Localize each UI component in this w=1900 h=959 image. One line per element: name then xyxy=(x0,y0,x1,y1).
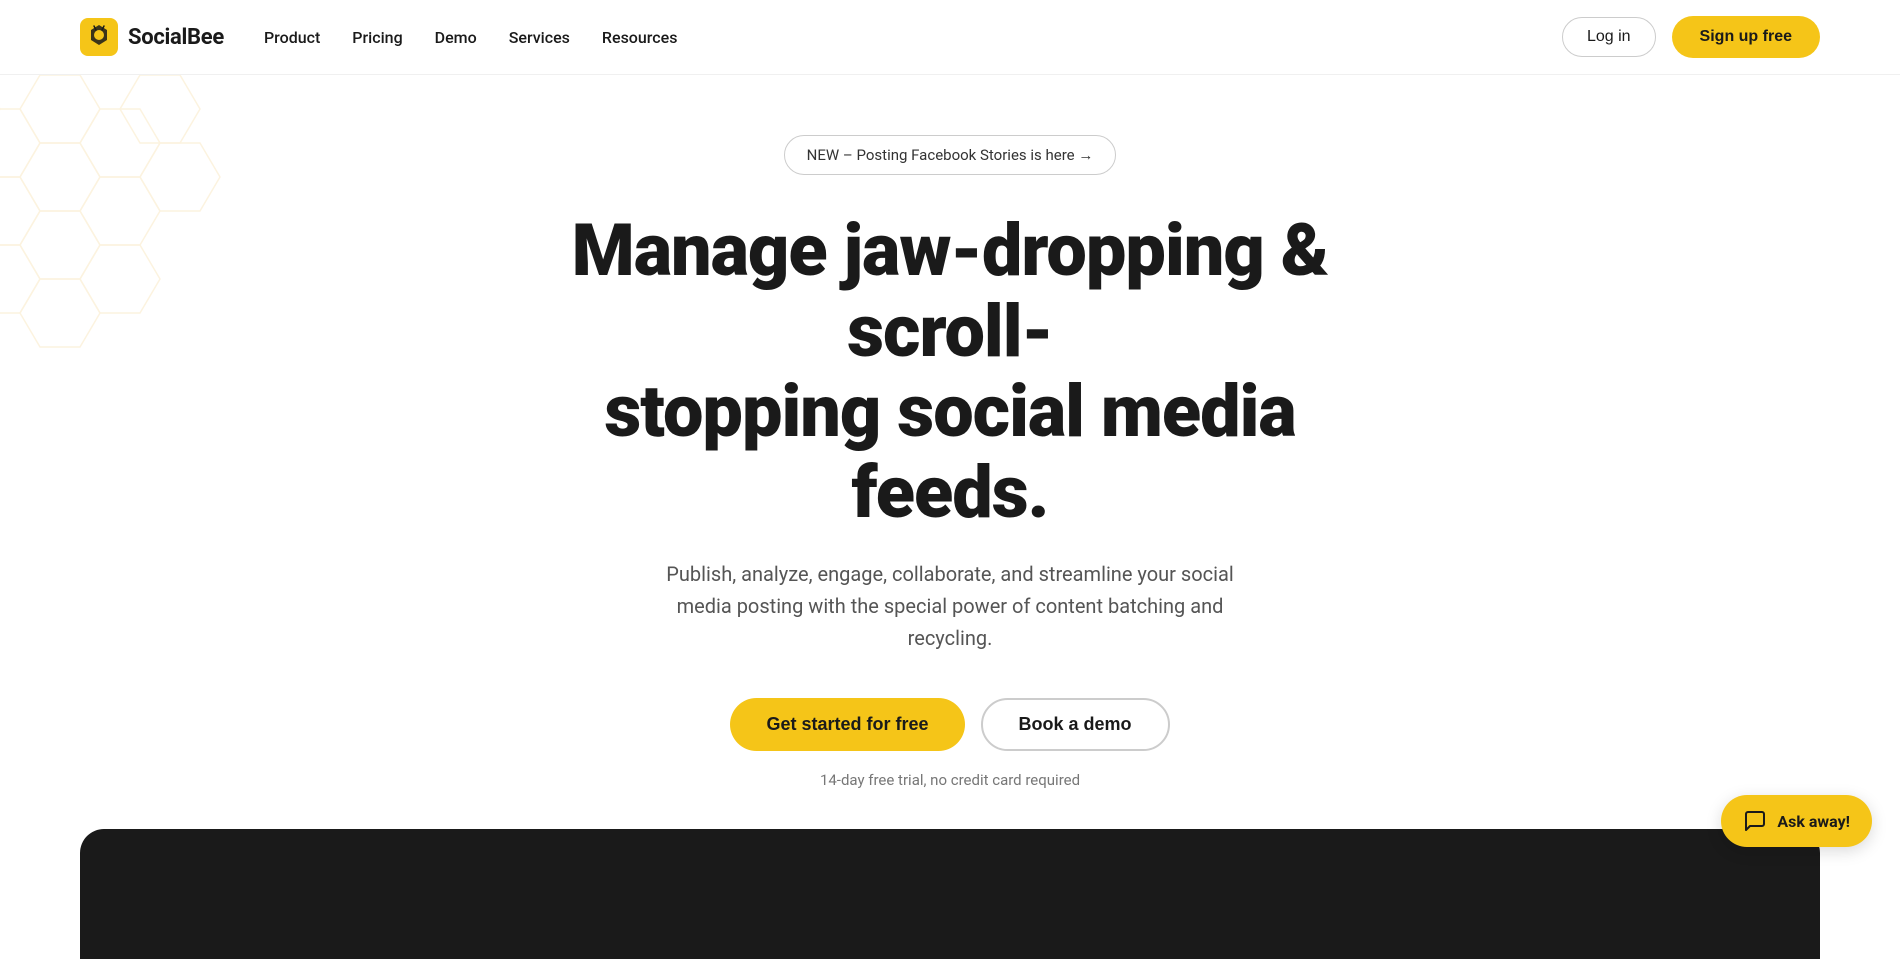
navbar-left: SocialBee Product Pricing Demo Services … xyxy=(80,18,677,56)
nav-links: Product Pricing Demo Services Resources xyxy=(264,28,677,47)
cta-secondary-button[interactable]: Book a demo xyxy=(981,698,1170,751)
bee-logo-icon xyxy=(80,18,118,56)
chat-icon xyxy=(1743,809,1767,833)
navbar: SocialBee Product Pricing Demo Services … xyxy=(0,0,1900,75)
nav-link-demo[interactable]: Demo xyxy=(435,28,477,47)
announcement-badge[interactable]: NEW – Posting Facebook Stories is here → xyxy=(784,135,1117,175)
cta-primary-button[interactable]: Get started for free xyxy=(730,698,964,751)
navbar-right: Log in Sign up free xyxy=(1562,16,1820,58)
logo-link[interactable]: SocialBee xyxy=(80,18,224,56)
honeycomb-svg xyxy=(0,75,360,465)
hero-title-line2: stopping social media feeds. xyxy=(604,369,1295,535)
trial-note: 14-day free trial, no credit card requir… xyxy=(820,771,1080,789)
dark-section xyxy=(80,829,1820,959)
login-button[interactable]: Log in xyxy=(1562,17,1656,57)
chat-widget[interactable]: Ask away! xyxy=(1721,795,1872,847)
announcement-text: NEW – Posting Facebook Stories is here → xyxy=(807,146,1094,164)
nav-link-product[interactable]: Product xyxy=(264,28,320,47)
hero-buttons: Get started for free Book a demo xyxy=(730,698,1169,751)
nav-link-resources[interactable]: Resources xyxy=(602,28,678,47)
hero-subtitle: Publish, analyze, engage, collaborate, a… xyxy=(640,558,1260,654)
nav-link-pricing[interactable]: Pricing xyxy=(352,28,402,47)
nav-link-services[interactable]: Services xyxy=(509,28,570,47)
hero-title: Manage jaw-dropping & scroll- stopping s… xyxy=(570,211,1330,534)
signup-button[interactable]: Sign up free xyxy=(1672,16,1820,58)
chat-label: Ask away! xyxy=(1777,812,1850,831)
hero-section: NEW – Posting Facebook Stories is here →… xyxy=(0,75,1900,829)
hero-title-line1: Manage jaw-dropping & scroll- xyxy=(572,208,1329,374)
brand-name: SocialBee xyxy=(128,25,224,50)
